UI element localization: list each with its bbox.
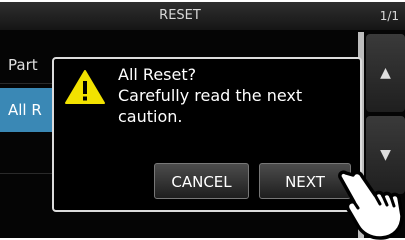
- message-line: caution.: [118, 107, 183, 126]
- scroll-up-button[interactable]: ▲: [366, 34, 405, 112]
- cancel-button[interactable]: CANCEL: [154, 163, 249, 199]
- message-line: Carefully read the next: [118, 86, 303, 105]
- confirm-dialog: All Reset? Carefully read the next cauti…: [52, 57, 362, 212]
- page-indicator: 1/1: [379, 9, 399, 23]
- list-item-label: All R: [8, 101, 42, 119]
- triangle-down-icon: ▼: [380, 147, 391, 163]
- message-line: All Reset?: [118, 65, 197, 84]
- page-title: RESET: [159, 8, 201, 23]
- dialog-message: All Reset? Carefully read the next cauti…: [118, 64, 348, 127]
- pointing-hand-icon: [338, 170, 404, 240]
- triangle-up-icon: ▲: [380, 65, 391, 81]
- warning-icon: [65, 70, 105, 104]
- list-item-label: Part: [8, 56, 38, 74]
- title-bar: RESET 1/1: [0, 2, 405, 30]
